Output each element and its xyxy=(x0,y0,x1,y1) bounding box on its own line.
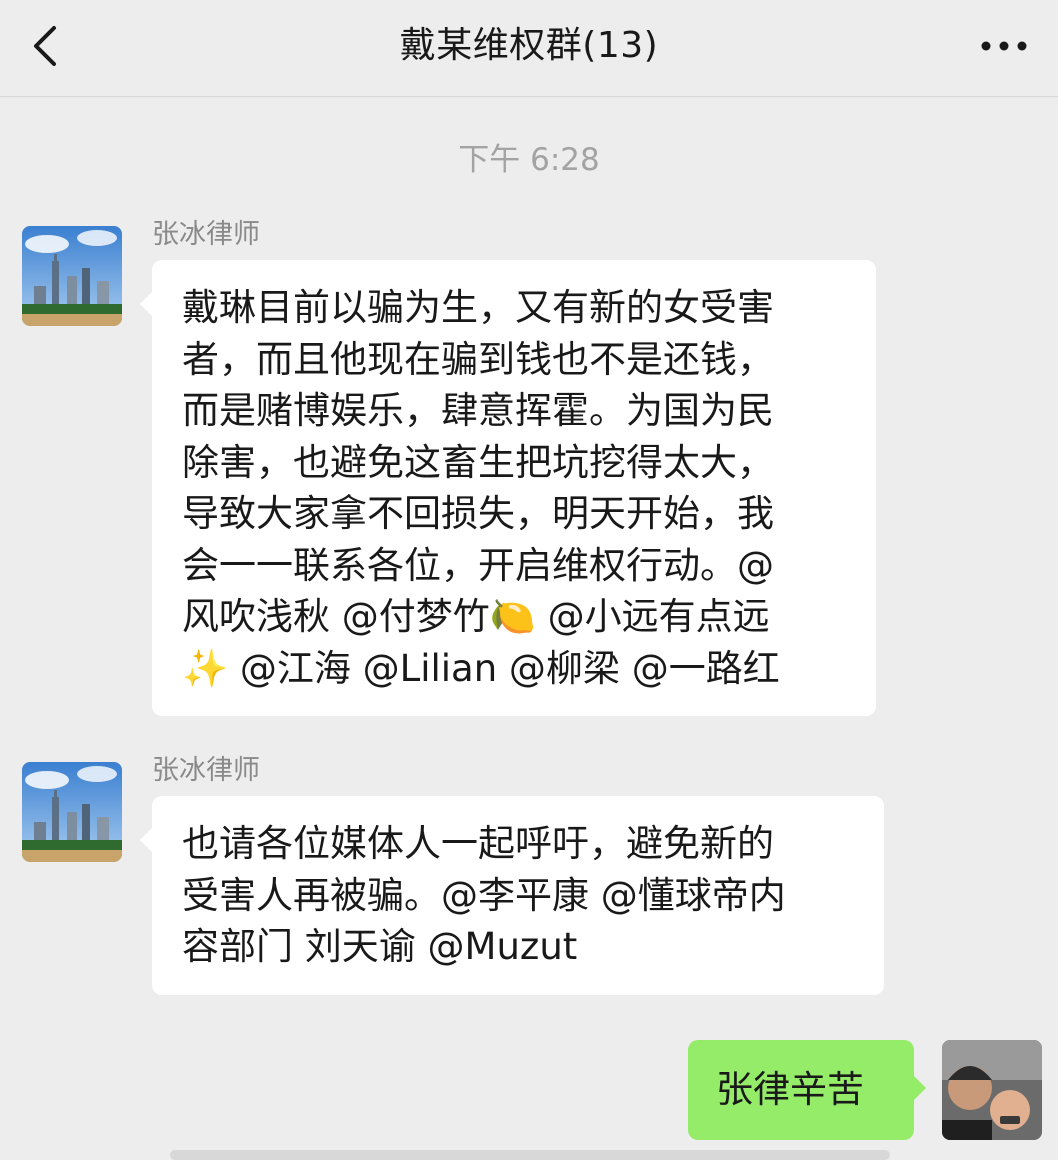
message-bubble[interactable]: 张律辛苦 xyxy=(688,1040,926,1140)
city-skyline-avatar[interactable] xyxy=(22,226,122,326)
more-dots-icon xyxy=(981,41,1027,51)
horizontal-scrollbar[interactable] xyxy=(170,1150,890,1160)
sender-name: 张冰律师 xyxy=(152,219,260,250)
sender-name: 张冰律师 xyxy=(152,755,260,786)
user-photo-avatar[interactable] xyxy=(942,1040,1042,1140)
city-skyline-avatar[interactable] xyxy=(22,762,122,862)
chat-title: 戴某维权群(13) xyxy=(399,25,659,66)
message-bubble[interactable]: 也请各位媒体人一起呼吁，避免新的 受害人再被骗。@李平康 @懂球帝内 容部门 刘… xyxy=(140,796,884,995)
message-bubble[interactable]: 戴琳目前以骗为生，又有新的女受害 者，而且他现在骗到钱也不是还钱， 而是赌博娱乐… xyxy=(140,260,876,716)
more-button[interactable] xyxy=(978,26,1030,66)
message-timestamp: 下午 6:28 xyxy=(458,142,600,178)
chat-header: 戴某维权群(13) xyxy=(0,0,1058,97)
